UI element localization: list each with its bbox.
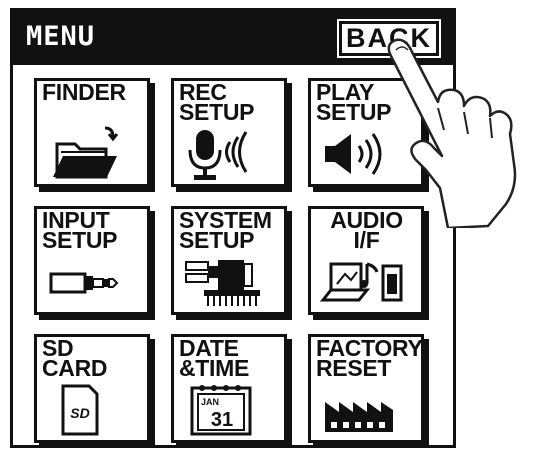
calendar-icon: JAN 31 — [190, 385, 252, 436]
system-chip-icon — [185, 260, 260, 306]
microphone-icon — [188, 130, 248, 180]
rec-setup-label: REC SETUP — [179, 79, 255, 125]
folder-open-icon — [53, 126, 119, 179]
input-setup-button[interactable]: INPUT SETUP — [34, 206, 150, 315]
sd-card-button[interactable]: SD CARD SD — [34, 334, 150, 443]
date-time-button[interactable]: DATE &TIME JAN 31 — [171, 334, 287, 443]
finder-button[interactable]: FINDER — [34, 78, 150, 187]
rec-setup-button[interactable]: REC SETUP — [171, 78, 287, 187]
factory-reset-label: FACTORY RESET — [316, 335, 423, 381]
system-setup-label: SYSTEM SETUP — [179, 207, 272, 253]
system-setup-button[interactable]: SYSTEM SETUP — [171, 206, 287, 315]
finder-label: FINDER — [42, 79, 126, 105]
sd-card-icon: SD — [61, 384, 99, 436]
factory-reset-button[interactable]: FACTORY RESET — [308, 334, 424, 443]
computer-music-icon — [319, 262, 403, 302]
calendar-month: JAN — [201, 397, 219, 407]
pointing-hand-icon — [387, 38, 517, 228]
input-jack-icon — [49, 272, 119, 294]
factory-icon — [325, 402, 393, 432]
svg-text:SD: SD — [70, 405, 89, 421]
input-setup-label: INPUT SETUP — [42, 207, 118, 253]
menu-title: MENU — [26, 21, 96, 52]
date-time-label: DATE &TIME — [179, 335, 250, 381]
sd-card-label: SD CARD — [42, 335, 108, 381]
calendar-day: 31 — [211, 409, 233, 431]
